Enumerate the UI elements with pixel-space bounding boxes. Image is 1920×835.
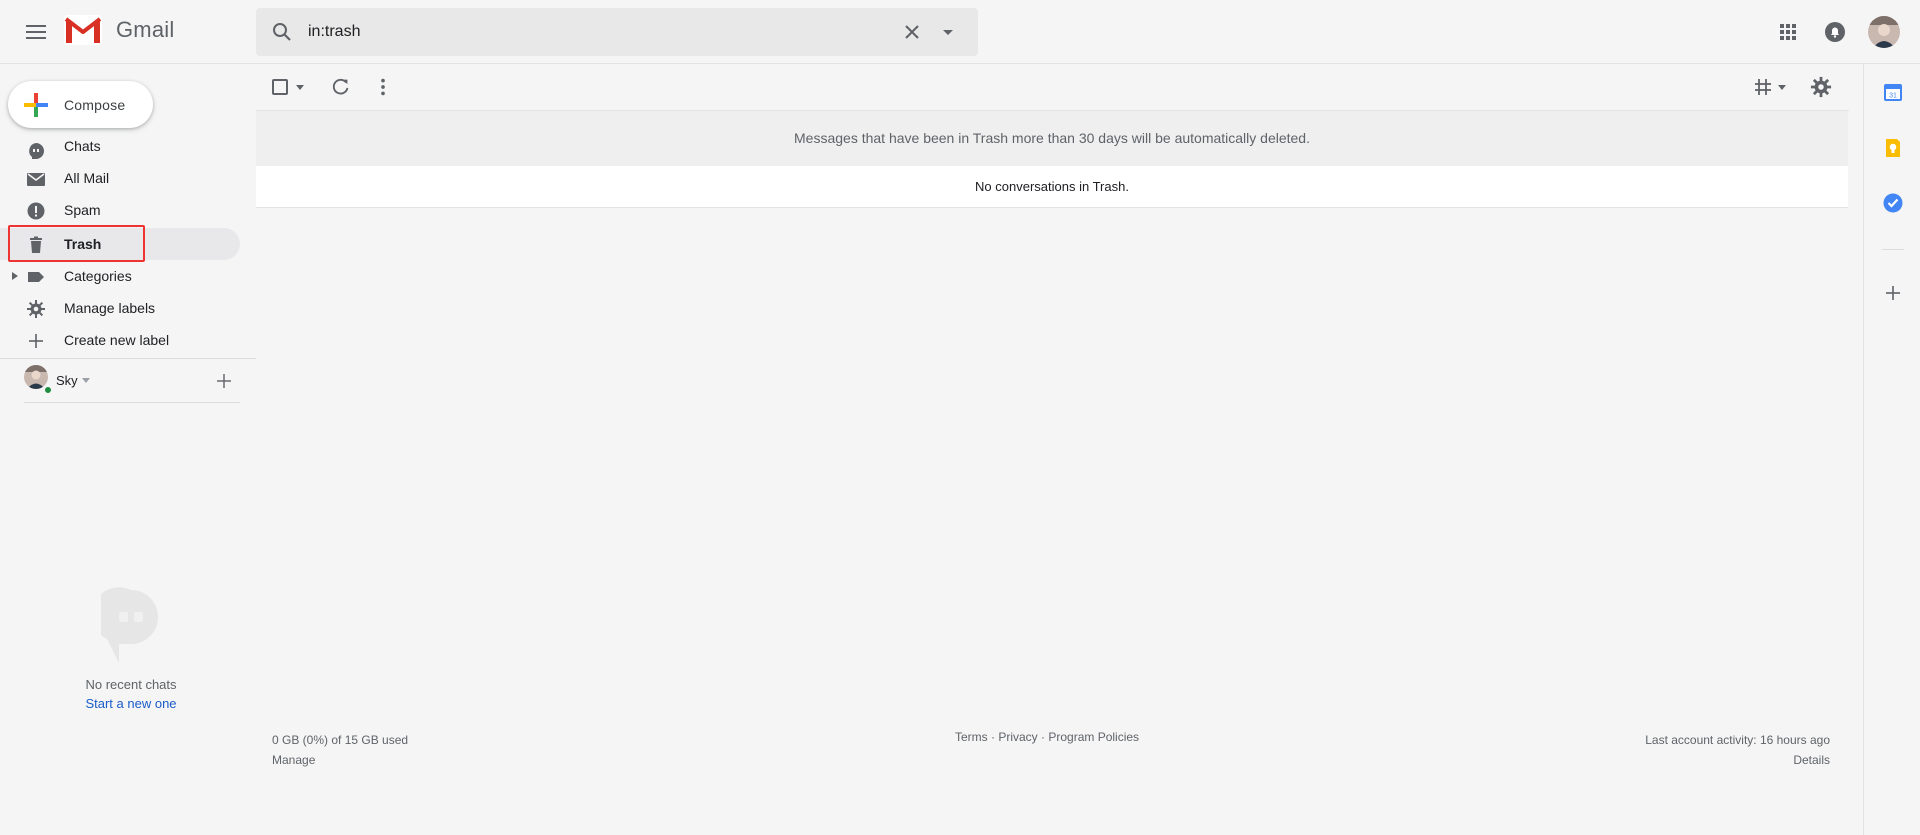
input-tools-icon (1755, 79, 1771, 95)
svg-text:31: 31 (1889, 93, 1897, 100)
search-bar (256, 8, 978, 56)
avatar-image (1868, 16, 1900, 48)
search-icon[interactable] (270, 20, 294, 44)
top-header: Gmail (0, 0, 1920, 64)
trash-retention-notice: Messages that have been in Trash more th… (256, 111, 1848, 166)
mail-icon (27, 173, 45, 186)
plus-icon (29, 334, 43, 348)
spam-icon (27, 202, 45, 220)
sidebar-item-label: Spam (64, 202, 101, 218)
chat-icon (29, 143, 44, 159)
gmail-logo[interactable]: Gmail (64, 15, 174, 45)
sidebar-item-spam[interactable]: Spam (0, 194, 240, 226)
search-options-caret-icon[interactable] (936, 20, 960, 44)
empty-trash-message: No conversations in Trash. (256, 166, 1848, 208)
tasks-icon[interactable] (1882, 192, 1904, 214)
footer-separator: · (1037, 730, 1049, 744)
sidebar-item-all-mail[interactable]: All Mail (0, 162, 240, 194)
sidebar-item-label: Create new label (64, 332, 170, 348)
sidebar-item-label: Chats (64, 138, 101, 154)
footer-separator: · (987, 730, 999, 744)
search-input[interactable] (308, 16, 868, 48)
side-panel: 31 (1863, 64, 1920, 835)
trash-icon (30, 236, 42, 253)
program-policies-link[interactable]: Program Policies (1048, 730, 1139, 744)
compose-label: Compose (64, 96, 126, 113)
hamburger-icon (26, 25, 46, 39)
start-new-chat-link[interactable]: Start a new one (0, 696, 262, 711)
terms-link[interactable]: Terms (955, 730, 988, 744)
sidebar-item-create-label[interactable]: Create new label (0, 324, 240, 356)
notifications-icon[interactable] (1823, 20, 1847, 44)
account-avatar[interactable] (1868, 16, 1900, 48)
select-all-checkbox[interactable] (272, 79, 288, 95)
manage-storage-link[interactable]: Manage (272, 750, 408, 770)
gear-icon (27, 300, 45, 318)
calendar-icon[interactable]: 31 (1882, 81, 1904, 103)
sidebar-item-label: All Mail (64, 170, 110, 186)
side-panel-divider (1882, 249, 1904, 250)
storage-usage-text: 0 GB (0%) of 15 GB used (272, 733, 409, 747)
sidebar-item-label: Manage labels (64, 300, 156, 316)
google-apps-icon[interactable] (1776, 20, 1800, 44)
activity-details-link[interactable]: Details (1645, 750, 1830, 770)
sidebar-item-categories[interactable]: Categories (0, 260, 240, 292)
no-chats-panel: No recent chats Start a new one (0, 587, 262, 711)
more-options-icon[interactable] (372, 76, 394, 98)
clear-search-icon[interactable] (900, 20, 924, 44)
hangouts-divider (24, 402, 240, 403)
hangouts-user-name[interactable]: Sky (56, 373, 78, 388)
hangouts-user-row: Sky (0, 358, 256, 395)
privacy-link[interactable]: Privacy (998, 730, 1037, 744)
expand-arrow-icon[interactable] (12, 272, 18, 280)
keep-icon[interactable] (1882, 137, 1904, 159)
last-activity-text: Last account activity: 16 hours ago (1645, 733, 1830, 747)
gmail-m-icon (64, 15, 102, 45)
status-dropdown-icon[interactable] (82, 378, 90, 383)
account-activity: Last account activity: 16 hours ago Deta… (1645, 730, 1830, 770)
sidebar-item-manage-labels[interactable]: Manage labels (0, 292, 240, 324)
compose-plus-icon (24, 92, 48, 117)
storage-info: 0 GB (0%) of 15 GB used Manage (272, 730, 408, 770)
app-name: Gmail (116, 17, 175, 42)
refresh-icon[interactable] (330, 76, 352, 98)
footer-links: Terms · Privacy · Program Policies (955, 730, 1139, 744)
input-tools-button[interactable] (1754, 76, 1794, 98)
settings-gear-icon[interactable] (1810, 76, 1832, 98)
hangouts-bubble-icon (101, 587, 158, 663)
label-icon (28, 272, 44, 282)
get-addons-plus-icon[interactable] (1882, 282, 1904, 304)
mail-toolbar (256, 64, 1849, 111)
no-recent-chats-text: No recent chats (85, 677, 177, 692)
sidebar-item-trash[interactable]: Trash (0, 228, 240, 260)
sidebar-item-label: Categories (64, 268, 132, 284)
main-menu-button[interactable] (20, 17, 52, 47)
compose-button[interactable]: Compose (8, 81, 153, 128)
input-tools-caret-icon (1778, 84, 1786, 90)
online-status-dot (43, 385, 53, 395)
new-chat-plus-icon[interactable] (214, 371, 234, 391)
sidebar-item-label: Trash (64, 236, 102, 252)
select-dropdown-icon[interactable] (296, 85, 304, 90)
